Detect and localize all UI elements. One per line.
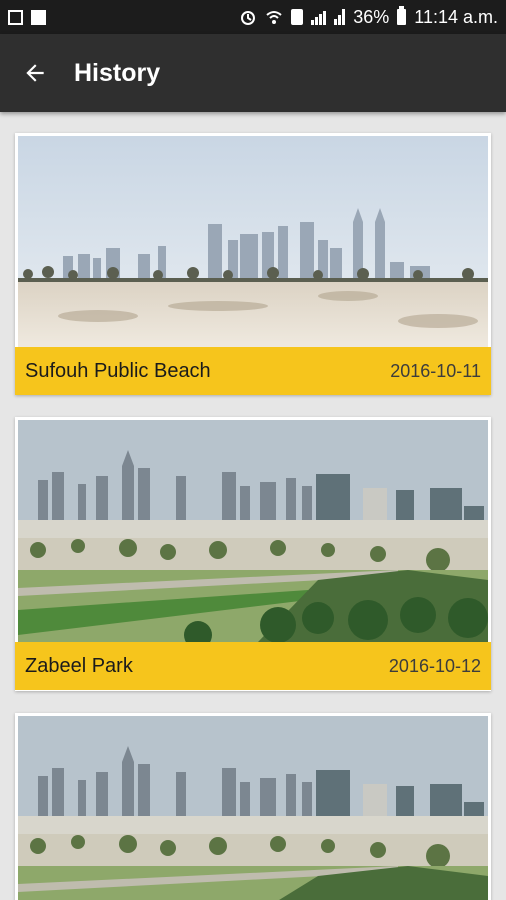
status-right: 36% 11:14 a.m. [239, 6, 498, 28]
status-bar: 36% 11:14 a.m. [0, 0, 506, 34]
history-card[interactable]: Sufouh Public Beach 2016-10-11 [15, 133, 491, 395]
card-caption: Zabeel Park 2016-10-12 [15, 642, 491, 690]
app-bar: History [0, 34, 506, 112]
arrow-back-icon [26, 64, 44, 82]
alarm-icon [241, 11, 256, 25]
status-left [8, 9, 46, 25]
location-photo [18, 716, 488, 900]
battery-percent: 36% [353, 6, 390, 27]
page-title: History [74, 58, 161, 87]
location-name: Zabeel Park [25, 654, 133, 677]
card-caption: Sufouh Public Beach 2016-10-11 [15, 347, 491, 395]
mobile-data-icon [334, 9, 346, 25]
sim-icon [291, 9, 304, 25]
wifi-calling-icon [266, 11, 282, 24]
app-notification-icon [31, 9, 46, 25]
gallery-notification-icon [8, 9, 23, 25]
location-photo [18, 136, 488, 347]
history-list[interactable]: Sufouh Public Beach 2016-10-11 Zabeel Pa… [0, 112, 506, 900]
signal-strength-icon [311, 9, 327, 25]
clock: 11:14 a.m. [414, 6, 498, 27]
battery-icon [397, 6, 407, 25]
history-card[interactable] [15, 713, 491, 900]
visit-date: 2016-10-12 [388, 655, 481, 676]
visit-date: 2016-10-11 [390, 360, 481, 381]
history-card[interactable]: Zabeel Park 2016-10-12 [15, 417, 491, 691]
back-button[interactable] [0, 34, 70, 112]
location-photo [18, 420, 488, 642]
location-name: Sufouh Public Beach [25, 359, 211, 382]
